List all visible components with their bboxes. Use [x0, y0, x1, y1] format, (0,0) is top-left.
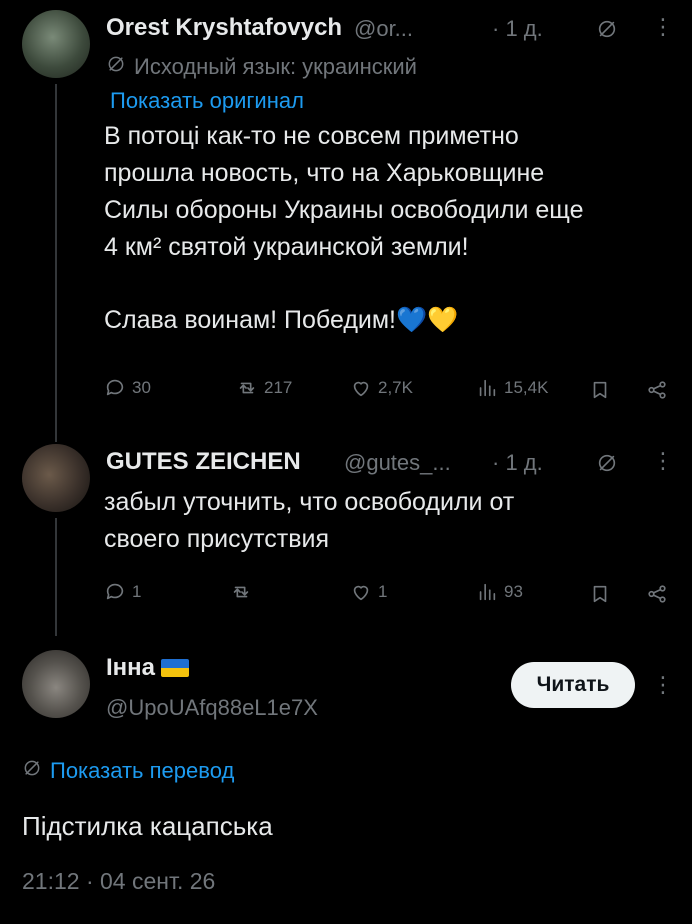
- author-handle[interactable]: @gutes_...: [344, 450, 451, 476]
- views-count: 15,4K: [504, 378, 549, 397]
- heart-icon: [353, 381, 369, 397]
- views-icon: [479, 583, 496, 601]
- bookmark-button[interactable]: [589, 583, 611, 610]
- ukraine-flag-icon: [161, 659, 190, 677]
- like-button[interactable]: 1: [350, 581, 387, 603]
- tweet-text-line: своего присутствия: [104, 525, 330, 553]
- share-icon: [648, 381, 666, 399]
- like-count: 2,7K: [378, 378, 413, 397]
- avatar-orest[interactable]: [22, 10, 90, 78]
- more-options-icon[interactable]: ⋮: [652, 16, 674, 38]
- views-icon: [479, 379, 496, 397]
- more-options-icon[interactable]: ⋮: [652, 450, 674, 472]
- tweet-text-line: 4 км² святой украинской земли!: [104, 233, 469, 261]
- show-original-link[interactable]: Показать оригинал: [110, 88, 304, 114]
- reply-count: 30: [132, 378, 151, 397]
- tweet-text-line: прошла новость, что на Харьковщине: [104, 159, 545, 187]
- tweet-text-line: Слава воинам! Победим!💙💛: [104, 306, 459, 334]
- like-button[interactable]: 2,7K: [350, 377, 413, 399]
- reply-icon: [106, 583, 124, 600]
- bookmark-icon: [593, 585, 607, 603]
- tweet-text-line: В потоці как-то не совсем приметно: [104, 122, 519, 150]
- show-translation-link: Показать перевод: [50, 758, 235, 783]
- avatar-inna[interactable]: [22, 650, 90, 718]
- bookmark-icon: [593, 381, 607, 399]
- avatar-gutes-zeichen[interactable]: [22, 444, 90, 512]
- views-button[interactable]: 15,4K: [476, 377, 548, 399]
- translate-icon[interactable]: [596, 18, 618, 45]
- author-name: Інна: [106, 654, 156, 681]
- heart-icon: [353, 585, 369, 601]
- show-translation-row[interactable]: Показать перевод: [22, 758, 234, 784]
- tweet-body: Підстилка кацапська: [22, 811, 273, 841]
- tweet-body: В потоці как-то не совсем приметно прошл…: [104, 118, 684, 339]
- follow-button[interactable]: Читать: [511, 662, 635, 708]
- share-button[interactable]: [646, 583, 668, 610]
- thread-line: [55, 518, 57, 636]
- author-handle[interactable]: @UpoUAfq88eL1e7X: [106, 695, 318, 721]
- bookmark-button[interactable]: [589, 379, 611, 406]
- reply-button[interactable]: 1: [104, 581, 141, 603]
- share-icon: [648, 585, 666, 603]
- views-count: 93: [504, 582, 523, 601]
- tweet-time[interactable]: · 1 д.: [492, 16, 543, 42]
- views-button[interactable]: 93: [476, 581, 523, 603]
- tweet-time[interactable]: · 1 д.: [492, 450, 543, 476]
- author-name[interactable]: GUTES ZEICHEN: [106, 448, 301, 476]
- retweet-icon: [233, 586, 249, 598]
- translate-icon[interactable]: [596, 452, 618, 479]
- author-handle[interactable]: @or...: [354, 16, 413, 42]
- source-language-label: Исходный язык: украинский: [134, 54, 417, 79]
- author-name[interactable]: Orest Kryshtafovych: [106, 14, 342, 42]
- translate-icon: [22, 758, 42, 784]
- reply-button[interactable]: 30: [104, 377, 151, 399]
- translate-icon: [106, 54, 126, 80]
- retweet-button[interactable]: [230, 581, 258, 603]
- tweet-body: забыл уточнить, что освободили от своего…: [104, 484, 684, 558]
- retweet-button[interactable]: 217: [236, 377, 292, 399]
- tweet-text-line: забыл уточнить, что освободили от: [104, 488, 515, 516]
- tweet-timestamp[interactable]: 21:12 · 04 сент. 26: [22, 868, 215, 895]
- author-name-row[interactable]: Інна: [106, 654, 190, 682]
- tweet-text-line: Силы обороны Украины освободили еще: [104, 196, 584, 224]
- more-options-icon[interactable]: ⋮: [652, 674, 674, 696]
- reply-icon: [106, 379, 124, 396]
- source-language-row: Исходный язык: украинский: [106, 54, 417, 80]
- thread-line: [55, 84, 57, 442]
- like-count: 1: [378, 582, 388, 601]
- share-button[interactable]: [646, 379, 668, 406]
- retweet-count: 217: [264, 378, 293, 397]
- retweet-icon: [239, 382, 255, 394]
- reply-count: 1: [132, 582, 142, 601]
